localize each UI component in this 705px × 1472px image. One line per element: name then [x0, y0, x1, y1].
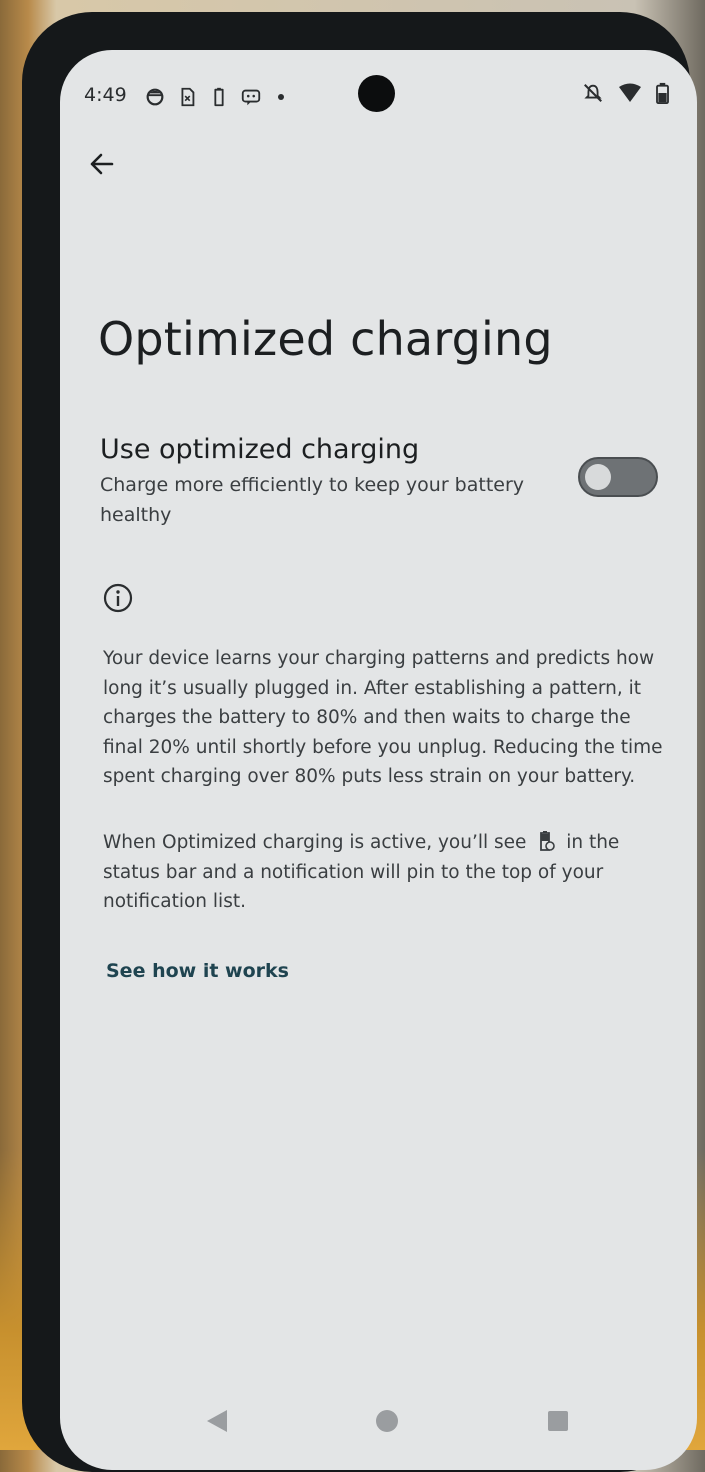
status-bar: 4:49 — [60, 50, 697, 140]
sim-icon — [181, 87, 195, 107]
phone-frame: 4:49 Optimized charging Use optimized ch… — [22, 12, 697, 1472]
optimized-charging-toggle[interactable] — [578, 457, 658, 497]
info-paragraph-1: Your device learns your charging pattern… — [103, 648, 663, 787]
info-paragraph-2: When Optimized charging is active, you’l… — [103, 828, 663, 917]
notification-dot — [278, 94, 284, 100]
optimized-charging-setting-subtitle: Charge more efficiently to keep your bat… — [100, 474, 525, 526]
charging-battery-icon — [540, 831, 556, 851]
status-time: 4:49 — [84, 84, 127, 106]
navigation-bar — [60, 1408, 697, 1438]
mute-icon — [584, 84, 602, 102]
front-camera — [358, 75, 395, 112]
back-arrow-icon[interactable] — [84, 146, 120, 182]
nav-recents-icon[interactable] — [548, 1411, 568, 1431]
nav-home-icon[interactable] — [376, 1410, 398, 1432]
screen: 4:49 Optimized charging Use optimized ch… — [60, 50, 697, 1470]
wifi-icon — [619, 83, 641, 102]
nav-back-icon[interactable] — [205, 1408, 229, 1434]
message-icon — [241, 89, 261, 106]
data-saver-icon — [146, 88, 164, 106]
page-title: Optimized charging — [98, 312, 553, 366]
see-how-it-works-link[interactable]: See how it works — [106, 960, 289, 982]
info-paragraph-2-start: When Optimized charging is active, you’l… — [103, 832, 527, 853]
optimized-charging-setting-title[interactable]: Use optimized charging — [100, 434, 419, 465]
info-icon — [103, 583, 133, 613]
battery-icon — [656, 82, 669, 104]
battery-saver-icon — [214, 87, 224, 107]
status-right-icons — [582, 82, 669, 104]
toggle-knob — [585, 464, 611, 490]
status-left-icons — [144, 86, 284, 108]
